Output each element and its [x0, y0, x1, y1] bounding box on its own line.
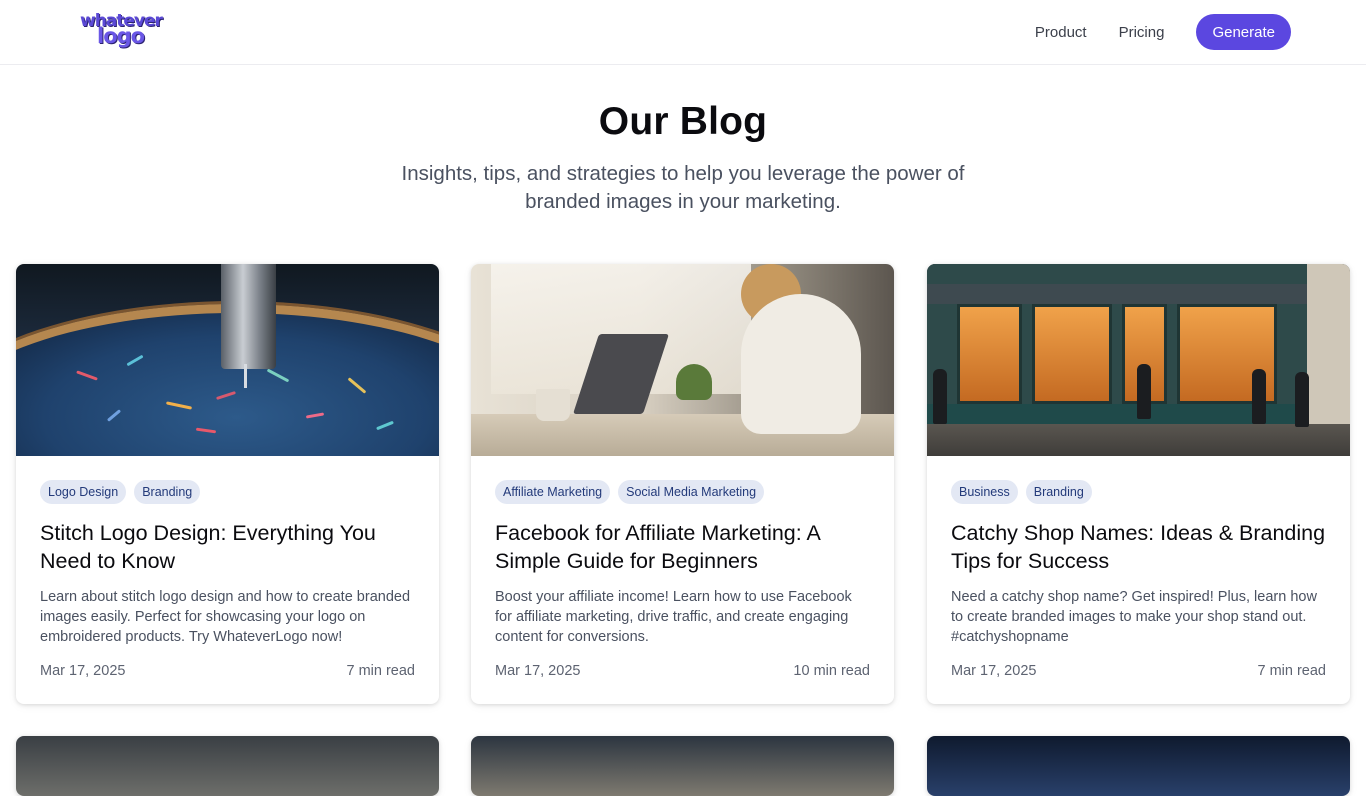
tag-list: Business Branding: [951, 480, 1326, 504]
top-navbar: whatever logo Product Pricing Generate: [0, 0, 1366, 65]
tag-badge[interactable]: Logo Design: [40, 480, 127, 504]
post-title[interactable]: Catchy Shop Names: Ideas & Branding Tips…: [951, 519, 1326, 575]
page-subtitle: Insights, tips, and strategies to help y…: [401, 162, 965, 213]
tag-badge[interactable]: Branding: [134, 480, 201, 504]
blog-card-row2-3[interactable]: [927, 736, 1350, 796]
nav-link-product[interactable]: Product: [1035, 24, 1087, 41]
main-nav: Product Pricing Generate: [1035, 14, 1291, 50]
embroidery-hoop-image: [16, 264, 439, 456]
storefront-image: [927, 264, 1350, 456]
blog-card-facebook-affiliate[interactable]: Affiliate Marketing Social Media Marketi…: [471, 264, 894, 704]
tag-list: Logo Design Branding: [40, 480, 415, 504]
woman-laptop-image: [471, 264, 894, 456]
whateverlogo-logo[interactable]: whatever logo: [80, 13, 170, 52]
blog-card-stitch-logo[interactable]: Logo Design Branding Stitch Logo Design:…: [16, 264, 439, 704]
post-read-time: 10 min read: [793, 663, 870, 679]
post-excerpt: Boost your affiliate income! Learn how t…: [495, 589, 852, 645]
post-title[interactable]: Facebook for Affiliate Marketing: A Simp…: [495, 519, 870, 575]
post-date: Mar 17, 2025: [40, 663, 126, 679]
post-date: Mar 17, 2025: [495, 663, 581, 679]
post-excerpt: Need a catchy shop name? Get inspired! P…: [951, 589, 1317, 645]
post-title[interactable]: Stitch Logo Design: Everything You Need …: [40, 519, 415, 575]
warehouse-photo: [927, 736, 1350, 796]
logo-word-2: logo: [97, 24, 145, 48]
post-read-time: 7 min read: [346, 663, 415, 679]
blog-card-catchy-shop-names[interactable]: Business Branding Catchy Shop Names: Ide…: [927, 264, 1350, 704]
post-excerpt: Learn about stitch logo design and how t…: [40, 589, 411, 645]
office-photo: [16, 736, 439, 796]
tag-list: Affiliate Marketing Social Media Marketi…: [495, 480, 870, 504]
tag-badge[interactable]: Social Media Marketing: [618, 480, 765, 504]
tag-badge[interactable]: Affiliate Marketing: [495, 480, 611, 504]
nav-link-pricing[interactable]: Pricing: [1119, 24, 1165, 41]
meeting-room-photo: [471, 736, 894, 796]
page-title: Our Blog: [598, 100, 768, 143]
post-date: Mar 17, 2025: [951, 663, 1037, 679]
tag-badge[interactable]: Business: [951, 480, 1018, 504]
tag-badge[interactable]: Branding: [1025, 480, 1092, 504]
blog-card-row2-2[interactable]: [471, 736, 894, 796]
blog-card-row2-1[interactable]: [16, 736, 439, 796]
generate-button[interactable]: Generate: [1196, 14, 1291, 50]
post-read-time: 7 min read: [1257, 663, 1326, 679]
